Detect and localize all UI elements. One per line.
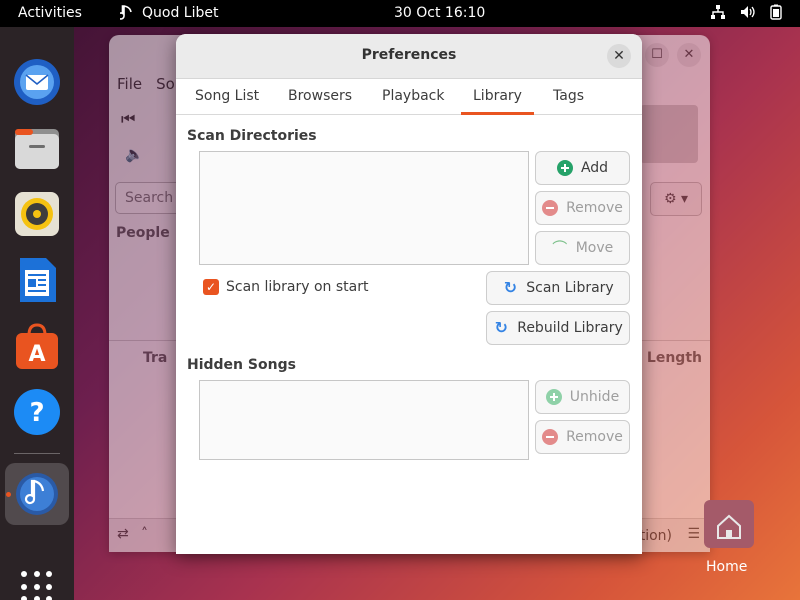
remove-hidden-button[interactable]: Remove xyxy=(535,420,630,454)
dock: A ? xyxy=(0,27,74,600)
menu-file[interactable]: File xyxy=(117,75,142,93)
maximize-icon[interactable]: ☐ xyxy=(645,43,669,67)
rhythmbox-icon[interactable] xyxy=(12,189,62,239)
close-icon: ✕ xyxy=(613,48,625,64)
album-cover xyxy=(640,105,698,163)
files-icon[interactable] xyxy=(12,123,62,173)
remove-directory-button[interactable]: Remove xyxy=(535,191,630,225)
shuffle-icon[interactable]: ⇄ xyxy=(117,526,129,542)
show-apps-icon[interactable] xyxy=(21,571,53,600)
people-label: People xyxy=(116,225,170,241)
system-tray[interactable] xyxy=(710,4,782,20)
tab-song-list[interactable]: Song List xyxy=(183,79,271,115)
rebuild-library-label: Rebuild Library xyxy=(517,320,623,336)
running-indicator xyxy=(6,492,11,497)
refresh-icon: ↻ xyxy=(503,278,517,297)
close-button[interactable]: ✕ xyxy=(607,44,631,68)
tab-library[interactable]: Library xyxy=(461,79,534,115)
tab-playback[interactable]: Playback xyxy=(370,79,456,115)
scan-library-label: Scan Library xyxy=(526,280,614,296)
writer-icon[interactable] xyxy=(12,255,62,305)
unhide-icon xyxy=(545,389,562,405)
home-folder-icon[interactable] xyxy=(704,500,754,548)
remove-hidden-label: Remove xyxy=(566,429,623,445)
list-icon[interactable]: ☰ xyxy=(687,526,700,542)
tab-bar: Song List Browsers Playback Library Tags xyxy=(176,79,642,115)
move-button[interactable]: ⌒ Move xyxy=(535,231,630,265)
network-icon xyxy=(711,5,725,19)
scan-library-button[interactable]: ↻ Scan Library xyxy=(486,271,630,305)
move-icon: ⌒ xyxy=(552,239,568,257)
hidden-songs-list[interactable] xyxy=(199,380,529,460)
volume-icon[interactable]: 🔈 xyxy=(125,145,144,163)
add-button[interactable]: Add xyxy=(535,151,630,185)
previous-track-icon[interactable]: ⏮ xyxy=(121,109,135,129)
home-label[interactable]: Home xyxy=(706,559,747,575)
close-icon[interactable]: ✕ xyxy=(677,43,701,67)
thunderbird-icon[interactable] xyxy=(12,57,62,107)
refresh-icon: ↻ xyxy=(494,318,508,337)
scan-on-start-checkbox[interactable]: ✓ xyxy=(203,279,219,295)
dock-separator xyxy=(14,453,60,454)
dialog-titlebar[interactable]: Preferences ✕ xyxy=(176,34,642,79)
scan-on-start-row[interactable]: ✓ Scan library on start xyxy=(203,279,368,295)
app-menu[interactable]: Quod Libet xyxy=(120,5,218,21)
clock[interactable]: 30 Oct 16:10 xyxy=(394,5,485,21)
column-length[interactable]: Length xyxy=(647,350,702,366)
unhide-button[interactable]: Unhide xyxy=(535,380,630,414)
rebuild-library-button[interactable]: ↻ Rebuild Library xyxy=(486,311,630,345)
software-icon[interactable]: A xyxy=(12,321,62,371)
remove-icon xyxy=(542,429,559,445)
add-label: Add xyxy=(580,160,609,176)
add-icon xyxy=(556,160,573,176)
column-track[interactable]: Tra xyxy=(143,350,167,366)
help-icon[interactable]: ? xyxy=(12,387,62,437)
battery-icon xyxy=(770,4,782,20)
top-bar: Activities Quod Libet 30 Oct 16:10 xyxy=(0,0,800,27)
move-label: Move xyxy=(575,240,614,256)
preferences-dialog: Preferences ✕ Song List Browsers Playbac… xyxy=(176,34,642,554)
hidden-songs-title: Hidden Songs xyxy=(187,357,296,373)
tab-browsers[interactable]: Browsers xyxy=(276,79,364,115)
remove-icon xyxy=(542,200,559,216)
quodlibet-icon[interactable] xyxy=(12,469,62,519)
app-menu-label: Quod Libet xyxy=(142,5,219,21)
chevron-up-icon[interactable]: ˄ xyxy=(141,526,148,542)
svg-text:A: A xyxy=(28,342,45,367)
scan-on-start-label: Scan library on start xyxy=(226,279,369,295)
scan-directories-list[interactable] xyxy=(199,151,529,265)
activities-button[interactable]: Activities xyxy=(18,5,82,21)
tab-tags[interactable]: Tags xyxy=(541,79,596,115)
volume-icon xyxy=(741,6,755,18)
status-text: tion) xyxy=(639,528,672,544)
scan-directories-title: Scan Directories xyxy=(187,128,317,144)
unhide-label: Unhide xyxy=(569,389,620,405)
gear-icon[interactable]: ⚙ ▾ xyxy=(650,182,702,216)
menu-songs[interactable]: So xyxy=(156,75,175,93)
svg-text:?: ? xyxy=(29,398,44,428)
quodlibet-app-icon xyxy=(120,5,132,20)
remove-label: Remove xyxy=(566,200,623,216)
dialog-title: Preferences xyxy=(361,47,457,63)
